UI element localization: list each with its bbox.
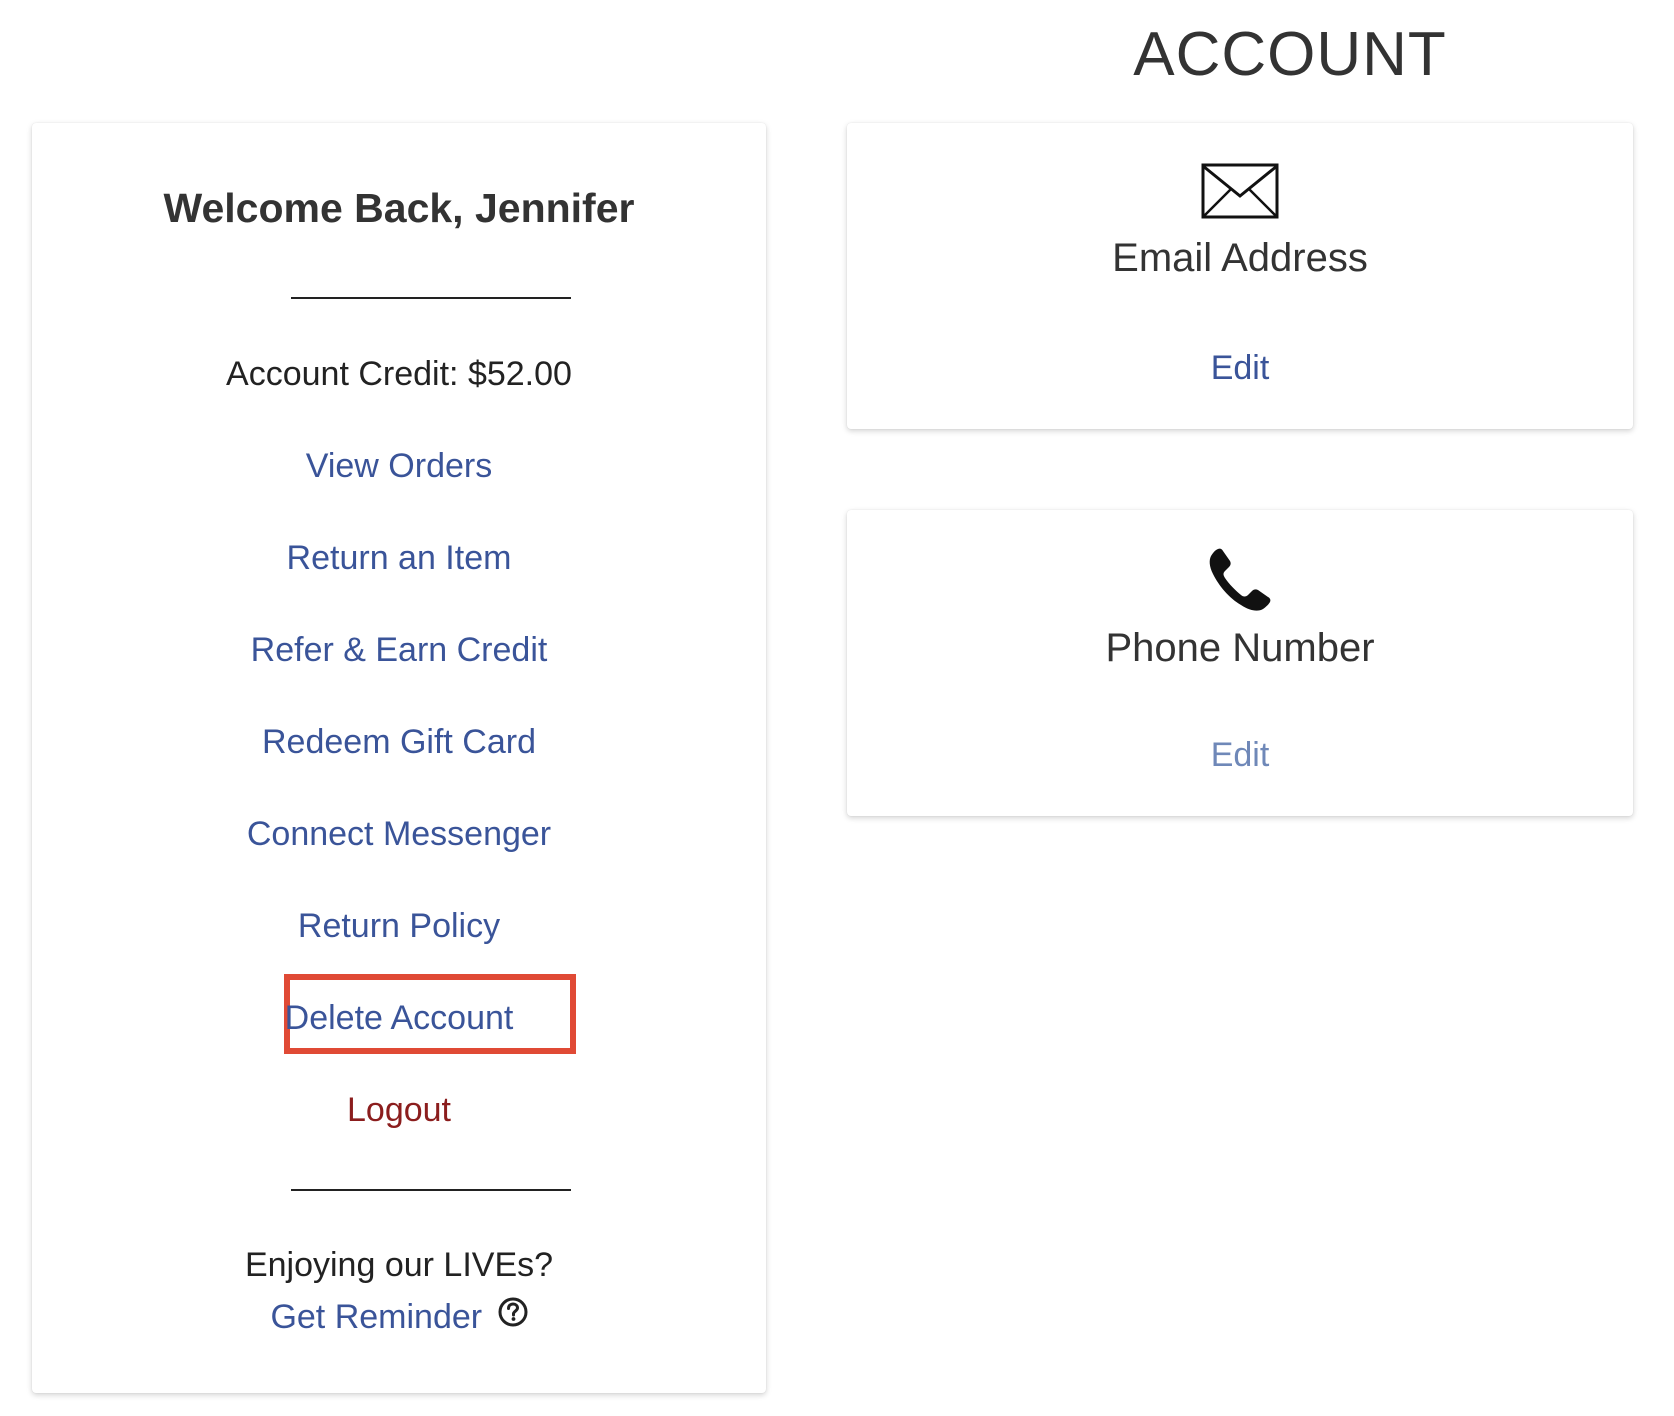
- account-menu-card: Welcome Back, Jennifer Account Credit: $…: [32, 123, 766, 1393]
- connect-messenger-link[interactable]: Connect Messenger: [32, 809, 766, 859]
- bottom-divider: [291, 1189, 571, 1191]
- reminder-row: Get Reminder: [32, 1292, 766, 1342]
- account-credit-value: $52.00: [467, 355, 572, 393]
- question-circle-icon[interactable]: [498, 1291, 528, 1341]
- logout-link[interactable]: Logout: [32, 1085, 766, 1135]
- page-title: ACCOUNT: [1133, 20, 1447, 89]
- get-reminder-link[interactable]: Get Reminder: [270, 1298, 482, 1336]
- phone-card: Phone Number Edit: [847, 510, 1633, 816]
- edit-email-button[interactable]: Edit: [847, 343, 1633, 393]
- phone-number-title: Phone Number: [1105, 626, 1375, 670]
- edit-phone-button[interactable]: Edit: [847, 730, 1633, 780]
- phone-icon: [847, 548, 1633, 619]
- view-orders-link[interactable]: View Orders: [32, 441, 766, 491]
- return-policy-link[interactable]: Return Policy: [32, 901, 766, 951]
- redeem-gift-card-link[interactable]: Redeem Gift Card: [32, 717, 766, 767]
- refer-earn-credit-link[interactable]: Refer & Earn Credit: [32, 625, 766, 675]
- return-item-link[interactable]: Return an Item: [32, 533, 766, 583]
- email-card: Email Address Edit: [847, 123, 1633, 429]
- envelope-icon: [847, 163, 1633, 224]
- enjoying-prompt: Enjoying our LIVEs?: [244, 1246, 554, 1284]
- email-address-title: Email Address: [1112, 236, 1368, 280]
- delete-account-link[interactable]: Delete Account: [32, 993, 766, 1043]
- account-credit: Account Credit: $52.00: [32, 349, 766, 399]
- top-divider: [291, 297, 571, 299]
- welcome-heading: Welcome Back, Jennifer: [163, 185, 635, 231]
- account-credit-label: Account Credit:: [226, 355, 459, 393]
